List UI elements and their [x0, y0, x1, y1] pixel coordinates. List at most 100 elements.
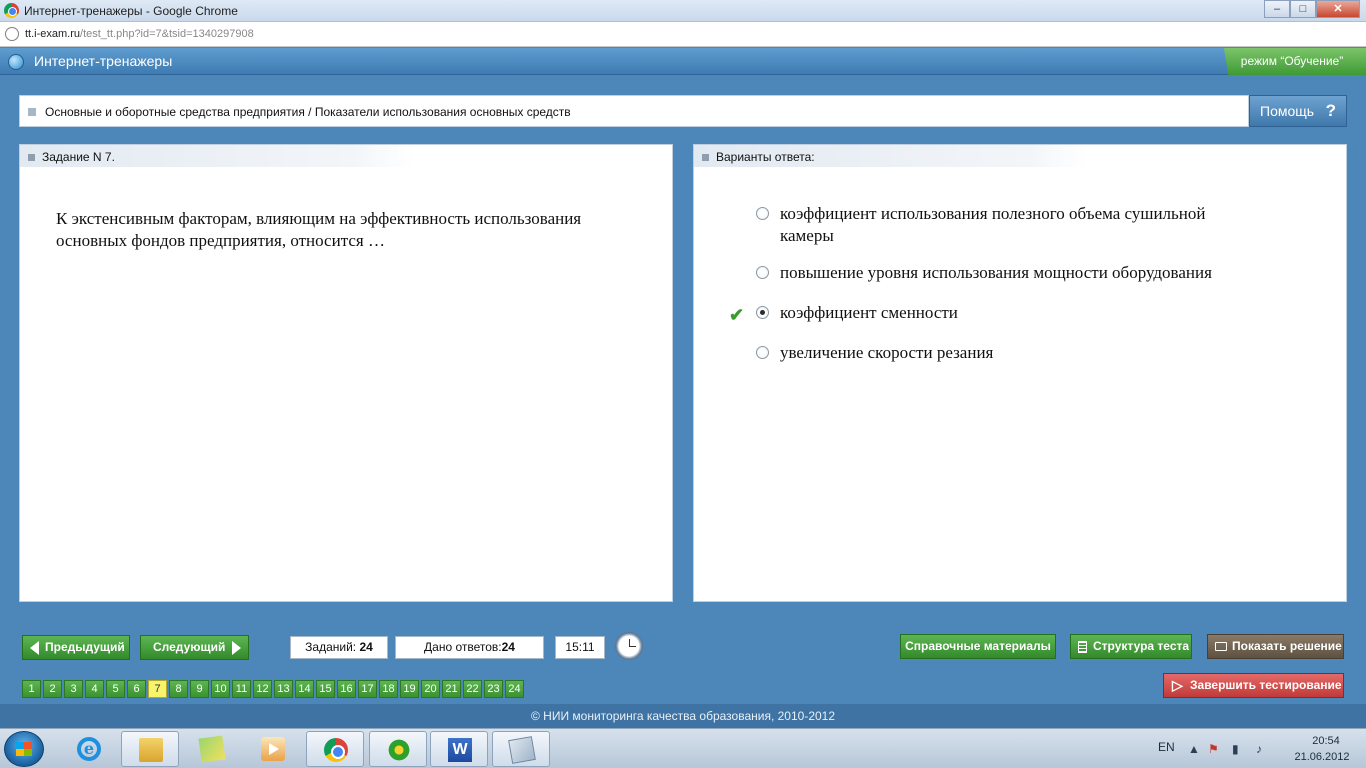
radio-button[interactable] [756, 266, 769, 279]
breadcrumb-text: Основные и оборотные средства предприяти… [45, 105, 571, 119]
taskbar-sticky-notes[interactable] [183, 731, 241, 767]
page-button[interactable]: 10 [211, 680, 230, 698]
icq-flower-icon [387, 738, 411, 762]
window-title: Интернет-тренажеры - Google Chrome [24, 4, 238, 18]
task-panel-header: Задание N 7. [20, 145, 414, 167]
page-button[interactable]: 5 [106, 680, 125, 698]
page-button[interactable]: 6 [127, 680, 146, 698]
timer: 15:11 [555, 636, 605, 659]
page-button[interactable]: 13 [274, 680, 293, 698]
network-signal-icon[interactable]: ▮ [1232, 742, 1239, 756]
help-label: Помощь [1260, 103, 1315, 119]
answer-label[interactable]: коэффициент сменности [780, 302, 1260, 324]
page-button[interactable]: 20 [421, 680, 440, 698]
tasks-label: Заданий: [305, 640, 357, 654]
previous-button[interactable]: Предыдущий [22, 635, 130, 660]
page-button[interactable]: 2 [43, 680, 62, 698]
show-solution-button[interactable]: Показать решение [1207, 634, 1344, 659]
breadcrumb: Основные и оборотные средства предприяти… [19, 95, 1249, 127]
action-center-icon[interactable]: ⚑ [1208, 742, 1219, 756]
page-button[interactable]: 9 [190, 680, 209, 698]
answer-label[interactable]: увеличение скорости резания [780, 342, 1260, 364]
radio-button[interactable] [756, 207, 769, 220]
footer-copyright: © НИИ мониторинга качества образования, … [0, 704, 1366, 728]
show-hidden-icons-icon[interactable]: ▲ [1188, 742, 1200, 756]
page-button[interactable]: 14 [295, 680, 314, 698]
solution-label: Показать решение [1232, 639, 1342, 653]
system-tray: EN ▲ ⚑ ▮ ♪ 20:54 21.06.2012 [1136, 729, 1366, 768]
document-icon [1078, 641, 1087, 653]
sticky-notes-icon [198, 735, 226, 763]
page-button[interactable]: 21 [442, 680, 461, 698]
answer-label[interactable]: коэффициент использования полезного объе… [780, 203, 1260, 247]
address-bar[interactable]: tt.i-exam.ru/test_tt.php?id=7&tsid=13402… [0, 22, 1366, 47]
close-icon[interactable]: ✕ [1316, 0, 1360, 18]
window-controls: – □ ✕ [1264, 0, 1360, 18]
question-icon: ? [1325, 101, 1336, 120]
taskbar-ie[interactable]: e [60, 731, 118, 767]
app-header: Интернет-тренажеры режим “Обучение” [0, 48, 1366, 75]
page-button[interactable]: 8 [169, 680, 188, 698]
page-button[interactable]: 17 [358, 680, 377, 698]
minimize-icon[interactable]: – [1264, 0, 1290, 18]
clock-time[interactable]: 20:54 [1296, 735, 1356, 747]
taskbar-chrome[interactable] [306, 731, 364, 767]
page-button[interactable]: 12 [253, 680, 272, 698]
next-button[interactable]: Следующий [140, 635, 249, 660]
correct-check-icon: ✔ [729, 305, 745, 325]
task-pager: 1 2 3 4 5 6 7 8 9 10 11 12 13 14 15 16 1… [22, 680, 526, 698]
windows-logo-icon [16, 742, 32, 756]
page-button[interactable]: 23 [484, 680, 503, 698]
browser-title-bar: Интернет-тренажеры - Google Chrome – □ ✕ [0, 0, 1366, 22]
start-button[interactable] [4, 731, 44, 767]
answered-counter: Дано ответов:24 [395, 636, 544, 659]
page-button[interactable]: 24 [505, 680, 524, 698]
page-button[interactable]: 15 [316, 680, 335, 698]
task-heading: Задание N 7. [42, 150, 115, 164]
page-info-icon[interactable] [5, 27, 19, 41]
page-button[interactable]: 22 [463, 680, 482, 698]
reference-materials-button[interactable]: Справочные материалы [900, 634, 1056, 659]
folder-icon [139, 738, 163, 762]
page-button[interactable]: 18 [379, 680, 398, 698]
bullet-icon [28, 154, 35, 161]
radio-button[interactable] [756, 346, 769, 359]
page-button[interactable]: 1 [22, 680, 41, 698]
clock-date[interactable]: 21.06.2012 [1286, 751, 1358, 763]
mode-badge: режим “Обучение” [1223, 48, 1366, 75]
finish-test-button[interactable]: ▷ Завершить тестирование [1163, 673, 1344, 698]
taskbar-media-player[interactable] [244, 731, 302, 767]
page-button[interactable]: 3 [64, 680, 83, 698]
page-button[interactable]: 4 [85, 680, 104, 698]
previous-label: Предыдущий [45, 640, 125, 654]
page-button[interactable]: 19 [400, 680, 419, 698]
answers-panel-header: Варианты ответа: [694, 145, 1088, 167]
page-button-current[interactable]: 7 [148, 680, 167, 698]
app-logo-icon [8, 54, 24, 70]
url-host: tt.i-exam.ru [25, 28, 81, 40]
app-title: Интернет-тренажеры [34, 53, 173, 69]
answer-label[interactable]: повышение уровня использования мощности … [780, 262, 1260, 284]
taskbar-word[interactable]: W [430, 731, 488, 767]
question-text: К экстенсивным факторам, влияющим на эфф… [56, 209, 582, 250]
test-structure-button[interactable]: Структура теста [1070, 634, 1192, 659]
page-button[interactable]: 16 [337, 680, 356, 698]
structure-label: Структура теста [1093, 639, 1190, 653]
answers-heading: Варианты ответа: [716, 150, 815, 164]
taskbar-notepad[interactable] [492, 731, 550, 767]
url-text[interactable]: tt.i-exam.ru/test_tt.php?id=7&tsid=13402… [25, 28, 254, 40]
help-button[interactable]: Помощь ? [1249, 95, 1347, 127]
finish-label: Завершить тестирование [1190, 678, 1342, 692]
volume-icon[interactable]: ♪ [1256, 742, 1262, 756]
arrow-right-icon [232, 641, 241, 655]
page-button[interactable]: 11 [232, 680, 251, 698]
taskbar-explorer[interactable] [121, 731, 179, 767]
answers-panel: Варианты ответа: коэффициент использован… [693, 144, 1347, 602]
internet-explorer-icon: e [77, 737, 101, 761]
maximize-icon[interactable]: □ [1290, 0, 1316, 18]
bullet-icon [702, 154, 709, 161]
arrow-left-icon [30, 641, 39, 655]
language-indicator[interactable]: EN [1158, 740, 1175, 754]
radio-button-selected[interactable] [756, 306, 769, 319]
taskbar-icq[interactable] [369, 731, 427, 767]
